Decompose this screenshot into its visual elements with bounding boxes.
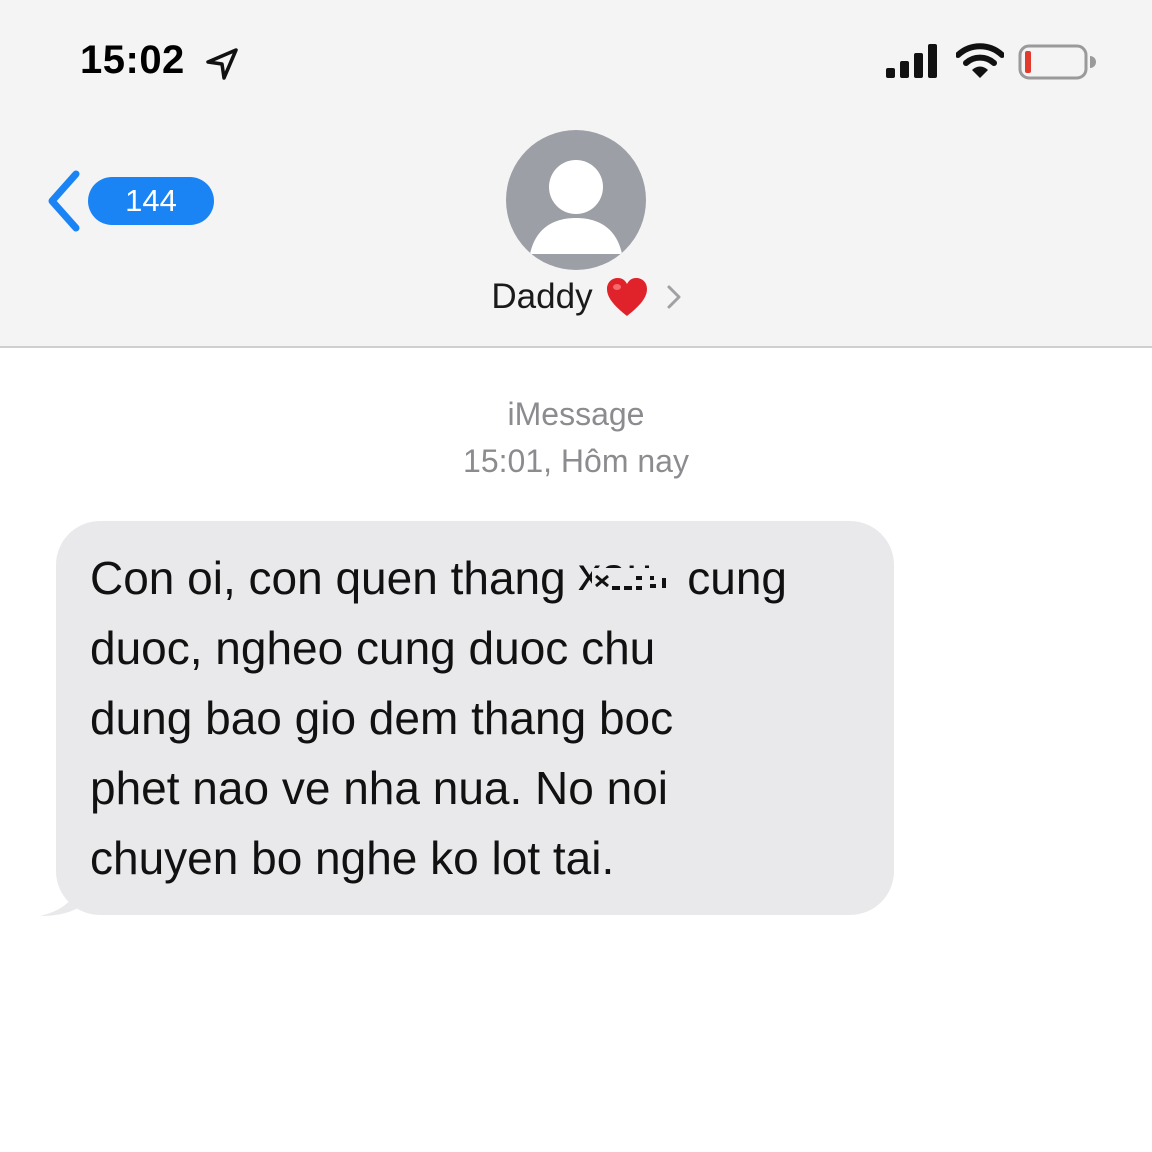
message-line: Con oi, con quen thang xau cung	[90, 543, 890, 613]
person-placeholder-icon	[530, 160, 622, 254]
messages-screen: 15:02 144 Daddy iMessage 15:01, Hôm nay …	[0, 0, 1152, 1152]
message-text: Con oi, con quen thang xau cung duoc, ng…	[90, 543, 890, 893]
cellular-signal-icon	[886, 44, 937, 78]
chevron-left-icon	[48, 170, 80, 232]
message-timestamp: 15:01, Hôm nay	[463, 443, 689, 479]
heart-icon	[606, 278, 647, 316]
unread-count-badge: 144	[88, 177, 214, 225]
service-label: iMessage	[507, 396, 645, 432]
wifi-icon	[956, 43, 1004, 78]
incoming-message-bubble[interactable]: Con oi, con quen thang xau cung duoc, ng…	[56, 521, 894, 915]
back-button[interactable]: 144	[40, 170, 214, 232]
conversation-header: 15:02 144 Daddy	[0, 0, 1152, 348]
status-time: 15:02	[80, 38, 185, 82]
contact-info-row[interactable]: Daddy	[0, 276, 1152, 324]
message-line: chuyen bo nghe ko lot tai.	[90, 832, 615, 884]
message-line: duoc, ngheo cung duoc chu	[90, 622, 656, 674]
message-line: dung bao gio dem thang boc	[90, 692, 674, 744]
contact-avatar[interactable]	[506, 130, 646, 270]
chevron-right-icon	[667, 285, 681, 309]
battery-low-icon	[1018, 44, 1096, 80]
location-arrow-icon	[206, 48, 238, 80]
message-line: phet nao ve nha nua. No noi	[90, 762, 669, 814]
redacted-word: xau	[578, 558, 675, 598]
contact-name: Daddy	[491, 277, 593, 316]
